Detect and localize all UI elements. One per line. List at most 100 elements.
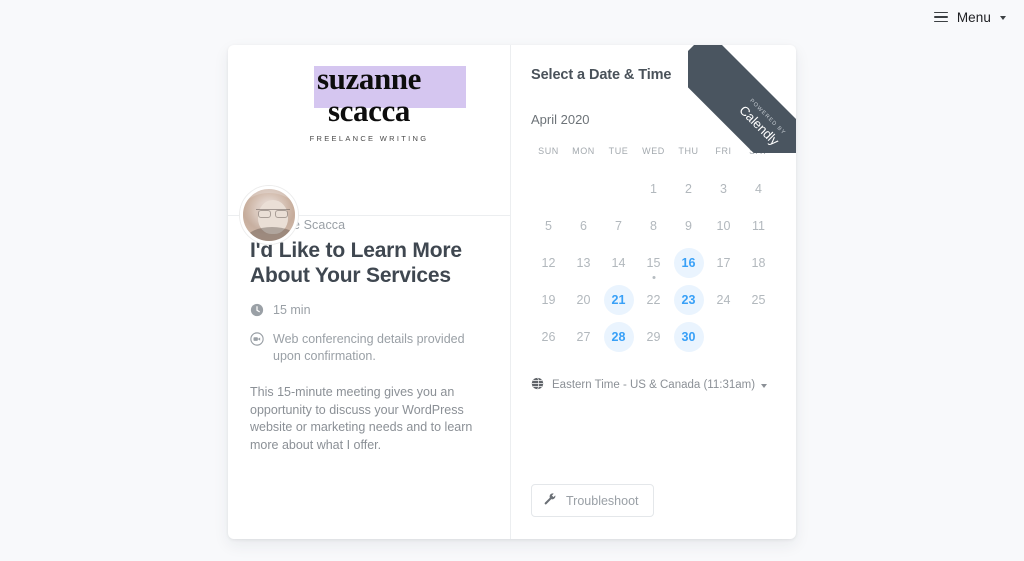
calendar-day-empty [531, 170, 566, 207]
calendar-day-available[interactable]: 16 [671, 244, 706, 281]
calendar-day-header: SAT [749, 146, 768, 156]
event-detail-panel: suzanne scacca FREELANCE WRITING Suzanne… [228, 45, 511, 539]
chevron-down-icon [761, 384, 768, 388]
clock-icon [250, 303, 264, 322]
logo-tagline: FREELANCE WRITING [309, 134, 429, 143]
calendar-day: 27 [566, 318, 601, 355]
calendar-month-nav: April 2020 ‹ › [531, 108, 776, 130]
menu-button[interactable]: Menu [933, 9, 1006, 25]
calendar-day-available[interactable]: 23 [671, 281, 706, 318]
avatar-glasses [256, 209, 290, 218]
calendar-day: 8 [636, 207, 671, 244]
calendar-day-number: 26 [541, 329, 556, 344]
calendar-day: 11 [741, 207, 776, 244]
calendar-day-header: FRI [715, 146, 732, 156]
calendar-day: 25 [741, 281, 776, 318]
chevron-left-icon[interactable]: ‹ [716, 108, 746, 130]
calendar-day-number: 25 [751, 292, 766, 307]
calendar-day-number: 23 [673, 284, 704, 315]
calendar-day-number: 10 [716, 218, 731, 233]
calendar-day-number: 29 [646, 329, 661, 344]
calendar-day: 17 [706, 244, 741, 281]
calendar-day-number: 17 [716, 255, 731, 270]
calendar-day-header: THU [678, 146, 699, 156]
calendar-day-header: TUE [608, 146, 629, 156]
troubleshoot-label: Troubleshoot [566, 493, 639, 508]
event-duration-row: 15 min [250, 302, 488, 322]
calendar-day-empty [601, 170, 636, 207]
event-title: I'd Like to Learn More About Your Servic… [250, 239, 462, 287]
calendar-day-number: 12 [541, 255, 556, 270]
calendar-day-number: 11 [752, 218, 765, 233]
event-location-row: Web conferencing details provided upon c… [250, 331, 488, 365]
calendar-day: 10 [706, 207, 741, 244]
calendar-day: 4 [741, 170, 776, 207]
calendar-day: 1 [636, 170, 671, 207]
calendar-day: 6 [566, 207, 601, 244]
calendly-ribbon-band: POWERED BY Calendly [688, 45, 796, 153]
calendar-day-number: 9 [685, 218, 692, 233]
booking-card: suzanne scacca FREELANCE WRITING Suzanne… [228, 45, 796, 539]
calendar-day: 13 [566, 244, 601, 281]
calendar-day-number: 1 [650, 181, 657, 196]
logo-line-one: suzanne [316, 61, 421, 96]
calendar-day-available[interactable]: 21 [601, 281, 636, 318]
calendar-day: 5 [531, 207, 566, 244]
calendar-day-number: 5 [545, 218, 552, 233]
logo-line-two: scacca [328, 93, 410, 128]
calendar-day: 7 [601, 207, 636, 244]
chevron-right-icon[interactable]: › [746, 108, 776, 130]
calendar-day-number: 18 [751, 255, 766, 270]
calendar-day-number: 13 [576, 255, 591, 270]
calendar-day-available[interactable]: 30 [671, 318, 706, 355]
event-duration: 15 min [273, 303, 311, 317]
calendar-day-number: 16 [673, 247, 704, 278]
calendar-day-number: 15 [646, 255, 661, 270]
calendar-day-number: 20 [576, 292, 591, 307]
calendar-day: 29 [636, 318, 671, 355]
calendar-day-number: 7 [615, 218, 622, 233]
calendar-day-number: 3 [720, 181, 727, 196]
menu-label: Menu [956, 9, 991, 25]
calendar-day: 3 [706, 170, 741, 207]
calendar-day: 2 [671, 170, 706, 207]
brand-logo: suzanne scacca FREELANCE WRITING [309, 61, 466, 143]
avatar [240, 186, 298, 244]
troubleshoot-button[interactable]: Troubleshoot [531, 484, 654, 517]
calendar-day: 22 [636, 281, 671, 318]
brand-header: suzanne scacca FREELANCE WRITING [228, 45, 510, 170]
calendar-day-number: 4 [755, 181, 762, 196]
calendar-day-available[interactable]: 28 [601, 318, 636, 355]
calendar-day-number: 6 [580, 218, 587, 233]
video-camera-icon [250, 332, 264, 351]
calendar-day: 19 [531, 281, 566, 318]
calendar-grid: SUN MON TUE WED THU FRI SAT 1 2 3 4 5 6 7 8 9 10 11 12 13 14… [531, 146, 776, 355]
wrench-icon [543, 492, 557, 509]
calendar-day-number: 19 [541, 292, 556, 307]
calendar-day: 14 [601, 244, 636, 281]
globe-icon [531, 377, 544, 393]
event-location: Web conferencing details provided upon c… [273, 332, 465, 363]
calendar-month-label: April 2020 [531, 111, 590, 127]
timezone-label: Eastern Time - US & Canada (11:31am) [552, 379, 756, 391]
calendar-day-empty [566, 170, 601, 207]
calendar-day-header: SUN [538, 146, 559, 156]
calendar-day: 15 [636, 244, 671, 281]
calendar-day: 24 [706, 281, 741, 318]
calendar-day: 12 [531, 244, 566, 281]
timezone-selector[interactable]: Eastern Time - US & Canada (11:31am) [531, 377, 776, 393]
calendar-day: 26 [531, 318, 566, 355]
calendar-heading: Select a Date & Time [531, 67, 672, 83]
calendar-day-number: 30 [673, 321, 704, 352]
calendar-day-header: MON [572, 146, 595, 156]
top-bar: Menu [0, 0, 1024, 34]
calendar-day-number: 22 [646, 292, 661, 307]
calendar-day: 9 [671, 207, 706, 244]
chevron-down-icon [1000, 16, 1006, 20]
calendar-day-header: WED [642, 146, 665, 156]
calendar-day: 18 [741, 244, 776, 281]
calendly-ribbon: POWERED BY Calendly [688, 45, 796, 153]
today-dot-icon [652, 276, 655, 279]
calendar-day: 20 [566, 281, 601, 318]
calendar-day-number: 14 [611, 255, 626, 270]
